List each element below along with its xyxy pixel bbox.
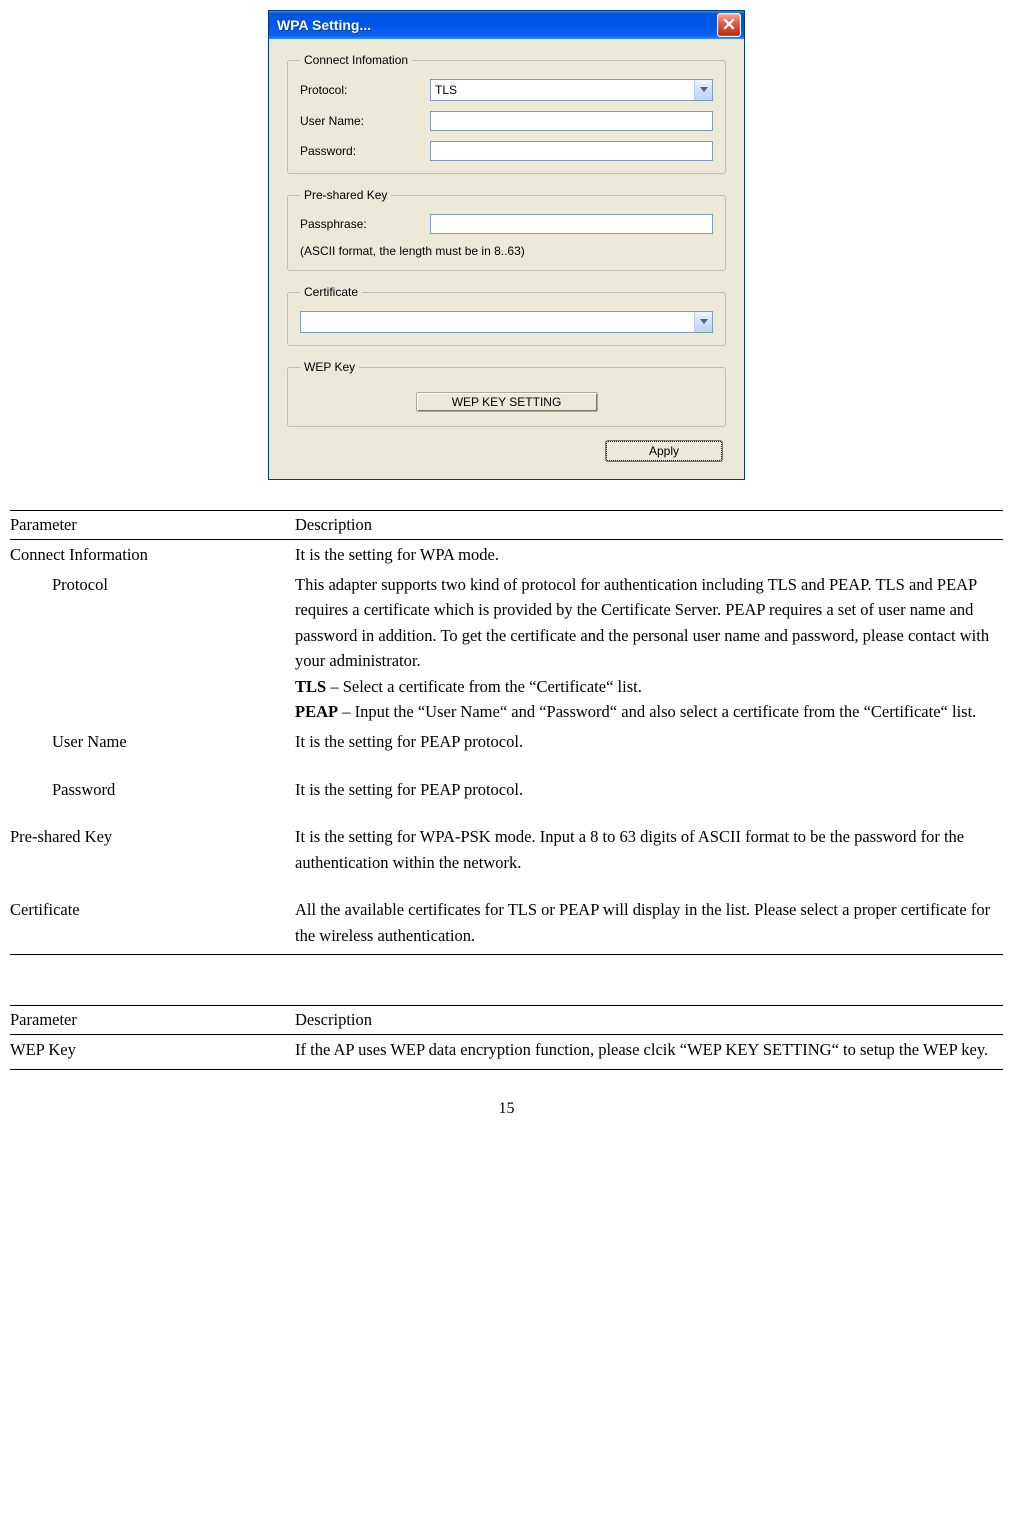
close-icon [723, 18, 735, 33]
wep-group: WEP Key WEP KEY SETTING [287, 360, 726, 427]
param-protocol: Protocol [10, 572, 108, 598]
close-button[interactable] [717, 13, 741, 37]
desc-protocol: This adapter supports two kind of protoc… [295, 575, 989, 671]
certificate-group: Certificate [287, 285, 726, 346]
desc-password: It is the setting for PEAP protocol. [295, 775, 1003, 805]
passphrase-label: Passphrase: [300, 217, 430, 231]
desc-connect-info: It is the setting for WPA mode. [295, 540, 1003, 570]
certificate-select[interactable] [300, 311, 713, 333]
desc-tls-text: – Select a certificate from the “Certifi… [326, 677, 642, 696]
username-label: User Name: [300, 114, 430, 128]
desc-wep: If the AP uses WEP data encryption funct… [295, 1035, 1003, 1070]
desc-username: It is the setting for PEAP protocol. [295, 727, 1003, 757]
param-password: Password [10, 777, 115, 803]
protocol-select[interactable]: TLS [430, 79, 713, 101]
header-parameter: Parameter [10, 511, 295, 540]
desc-psk: It is the setting for WPA-PSK mode. Inpu… [295, 822, 1003, 877]
table-row: Connect Information It is the setting fo… [10, 540, 1003, 570]
param-wep: WEP Key [10, 1035, 295, 1070]
desc-peap-bold: PEAP [295, 702, 338, 721]
window-title: WPA Setting... [277, 17, 371, 33]
page-number: 15 [10, 1100, 1003, 1118]
apply-button[interactable]: Apply [606, 441, 722, 461]
param-cert: Certificate [10, 895, 295, 955]
wep-key-setting-button[interactable]: WEP KEY SETTING [416, 392, 598, 412]
table-row: WEP Key If the AP uses WEP data encrypti… [10, 1035, 1003, 1070]
chevron-down-icon [694, 312, 712, 332]
table-row: Certificate All the available certificat… [10, 895, 1003, 955]
table-row: User Name It is the setting for PEAP pro… [10, 727, 1003, 757]
certificate-legend: Certificate [300, 285, 362, 299]
psk-group: Pre-shared Key Passphrase: (ASCII format… [287, 188, 726, 271]
password-input[interactable] [430, 141, 713, 161]
parameter-table-1: Parameter Description Connect Informatio… [10, 510, 1003, 955]
passphrase-hint: (ASCII format, the length must be in 8..… [300, 244, 713, 258]
header-description: Description [295, 511, 1003, 540]
desc-cert: All the available certificates for TLS o… [295, 895, 1003, 955]
wep-legend: WEP Key [300, 360, 359, 374]
parameter-table-2: Parameter Description WEP Key If the AP … [10, 1005, 1003, 1070]
username-input[interactable] [430, 111, 713, 131]
param-psk: Pre-shared Key [10, 822, 295, 877]
header-parameter-2: Parameter [10, 1006, 295, 1035]
wpa-setting-dialog: WPA Setting... Connect Infomation Protoc… [268, 10, 745, 480]
param-connect-info: Connect Information [10, 540, 295, 570]
titlebar: WPA Setting... [269, 11, 744, 39]
desc-tls-bold: TLS [295, 677, 326, 696]
header-description-2: Description [295, 1006, 1003, 1035]
table-row: Password It is the setting for PEAP prot… [10, 775, 1003, 805]
table-row [10, 877, 1003, 895]
password-label: Password: [300, 144, 430, 158]
passphrase-input[interactable] [430, 214, 713, 234]
table-row [10, 804, 1003, 822]
protocol-value: TLS [431, 83, 694, 97]
desc-peap-text: – Input the “User Name“ and “Password“ a… [338, 702, 976, 721]
connect-information-legend: Connect Infomation [300, 53, 412, 67]
table-row [10, 757, 1003, 775]
table-row: Pre-shared Key It is the setting for WPA… [10, 822, 1003, 877]
param-username: User Name [10, 729, 127, 755]
table-row: Protocol This adapter supports two kind … [10, 570, 1003, 727]
chevron-down-icon [694, 80, 712, 100]
psk-legend: Pre-shared Key [300, 188, 391, 202]
protocol-label: Protocol: [300, 83, 430, 97]
connect-information-group: Connect Infomation Protocol: TLS User Na… [287, 53, 726, 174]
